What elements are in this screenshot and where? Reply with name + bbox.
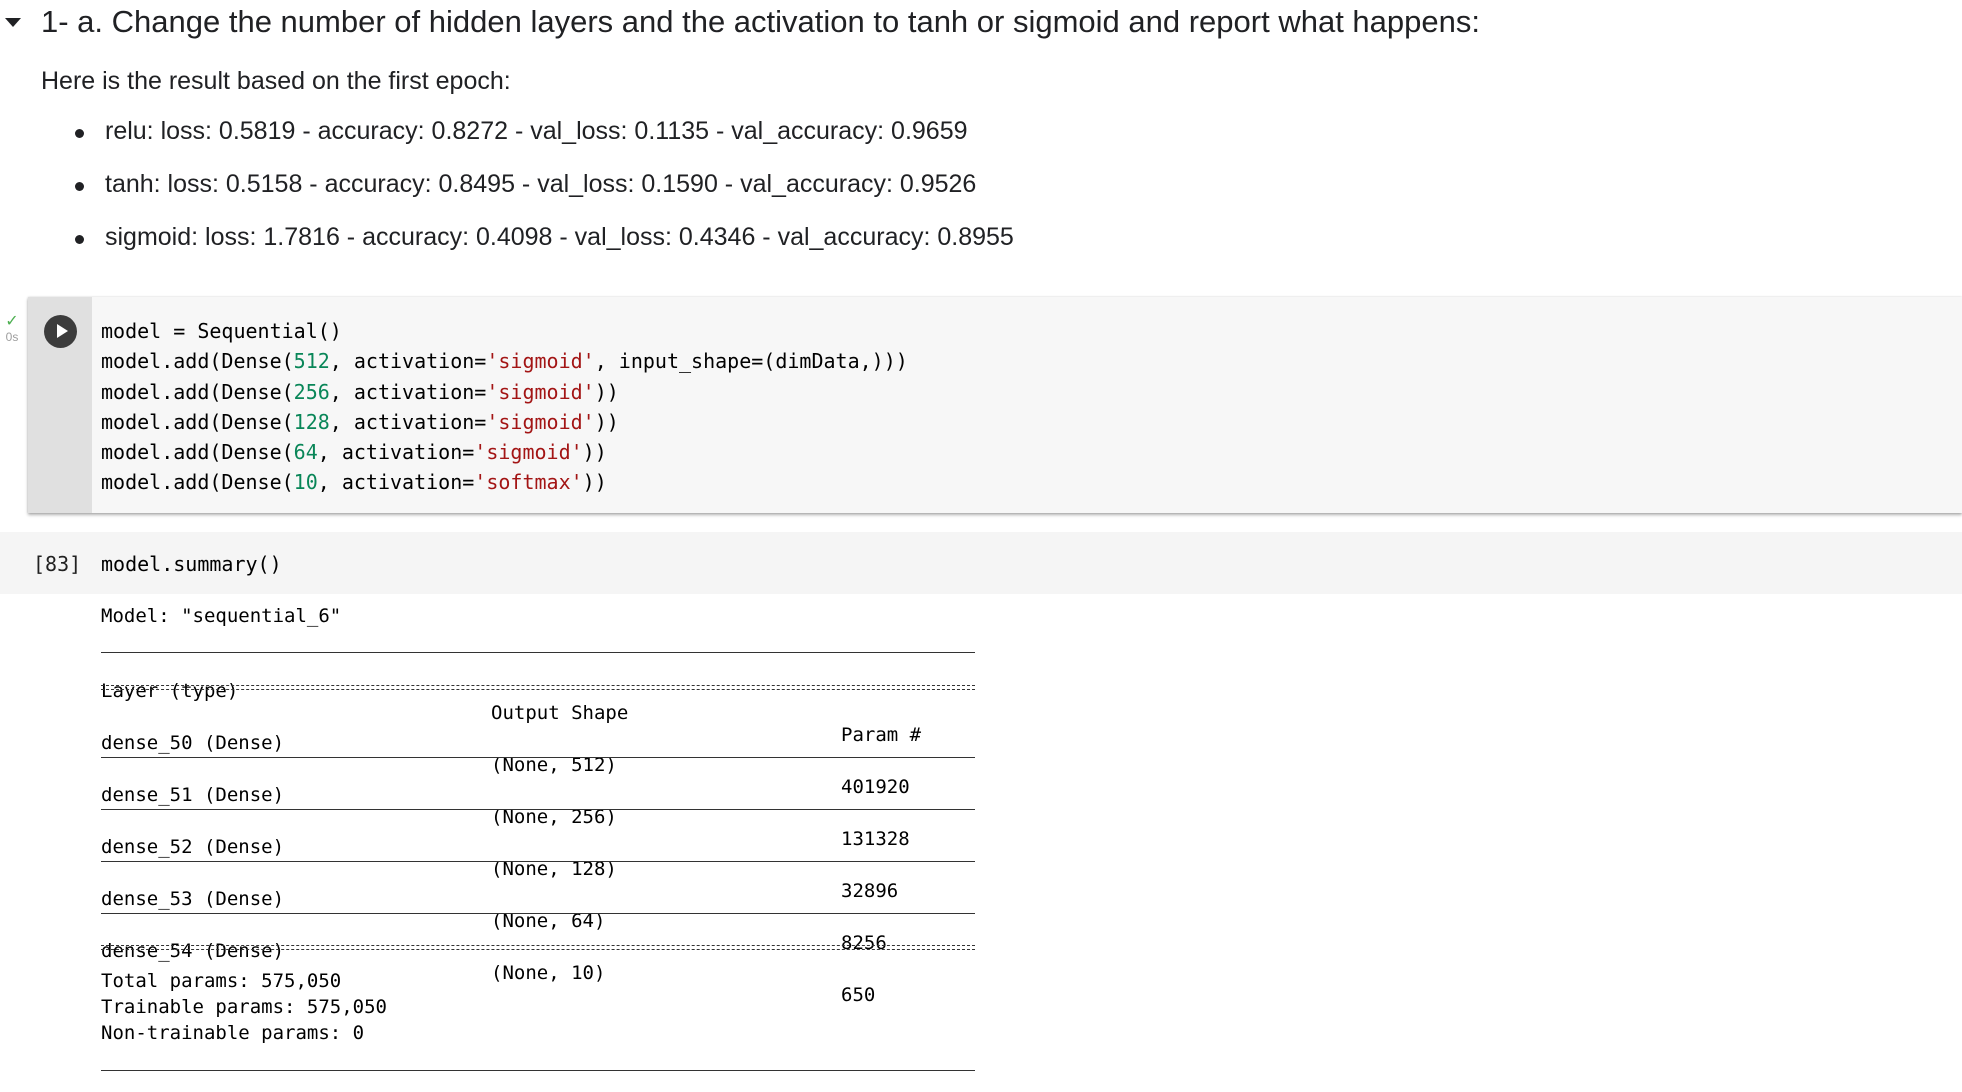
divider: [101, 809, 975, 810]
double-divider: [101, 685, 975, 690]
code-token: , activation=: [329, 409, 487, 434]
row-layer: dense_52 (Dense): [101, 836, 285, 858]
code-cell-model[interactable]: model = Sequential() model.add(Dense(512…: [28, 297, 1962, 513]
code-string: 'sigmoid': [486, 379, 595, 404]
code-number: 10: [293, 470, 318, 495]
code-token: model.add(Dense(: [101, 409, 294, 434]
code-token: )): [594, 379, 619, 404]
trainable-params: Trainable params: 575,050: [101, 996, 387, 1018]
code-editor[interactable]: model.summary(): [101, 552, 282, 576]
execution-time: 0s: [5, 330, 19, 344]
header-layer: Layer (type): [101, 680, 239, 702]
row-layer: dense_50 (Dense): [101, 732, 285, 754]
divider: [101, 913, 975, 914]
model-name-line: Model: "sequential_6": [101, 605, 342, 627]
code-line: model.add(Dense(10, activation='softmax'…: [101, 470, 607, 494]
code-line: model.add(Dense(512, activation='sigmoid…: [101, 349, 908, 373]
intro-text: Here is the result based on the first ep…: [41, 67, 511, 95]
bullet-icon: [75, 182, 84, 191]
divider: [101, 861, 975, 862]
divider: [101, 652, 975, 653]
run-cell-button[interactable]: [44, 315, 77, 348]
code-string: 'sigmoid': [474, 440, 583, 465]
code-string: 'softmax': [474, 470, 583, 495]
row-params: 650: [841, 984, 876, 1006]
code-token: )): [582, 440, 607, 465]
execution-count: [83]: [33, 552, 82, 576]
code-token: , activation=: [317, 470, 475, 495]
code-token: )): [582, 470, 607, 495]
code-number: 512: [293, 349, 330, 374]
non-trainable-params: Non-trainable params: 0: [101, 1022, 365, 1044]
code-line: model = Sequential(): [101, 319, 342, 343]
result-relu: relu: loss: 0.5819 - accuracy: 0.8272 - …: [105, 117, 968, 145]
code-token: model = Sequential(): [101, 319, 342, 343]
divider: [101, 1070, 975, 1071]
code-token: , activation=: [329, 349, 487, 374]
code-line: model.add(Dense(256, activation='sigmoid…: [101, 380, 619, 404]
code-token: model.add(Dense(: [101, 440, 294, 465]
bullet-icon: [75, 129, 84, 138]
code-line: model.add(Dense(64, activation='sigmoid'…: [101, 440, 607, 464]
code-number: 64: [293, 440, 318, 465]
code-token: model.add(Dense(: [101, 379, 294, 404]
bullet-icon: [75, 235, 84, 244]
collapse-section-icon[interactable]: [5, 18, 21, 27]
row-layer: dense_51 (Dense): [101, 784, 285, 806]
code-string: 'sigmoid': [486, 409, 595, 434]
row-output-shape: (None, 10): [491, 962, 606, 984]
code-line: model.add(Dense(128, activation='sigmoid…: [101, 410, 619, 434]
code-token: )): [594, 409, 619, 434]
code-cell-summary[interactable]: [83] model.summary(): [0, 532, 1962, 594]
result-tanh: tanh: loss: 0.5158 - accuracy: 0.8495 - …: [105, 170, 977, 198]
code-token: , activation=: [329, 379, 487, 404]
double-divider: [101, 945, 975, 950]
cell-status: ✓ 0s: [2, 313, 22, 345]
code-token: , input_shape=(dimData,))): [594, 349, 908, 374]
total-params: Total params: 575,050: [101, 970, 342, 992]
section-heading: 1- a. Change the number of hidden layers…: [41, 4, 1480, 39]
code-number: 128: [293, 409, 330, 434]
code-string: 'sigmoid': [486, 349, 595, 374]
cell-gutter: [28, 297, 92, 513]
code-token: model.add(Dense(: [101, 470, 294, 495]
result-sigmoid: sigmoid: loss: 1.7816 - accuracy: 0.4098…: [105, 223, 1014, 251]
row-layer: dense_53 (Dense): [101, 888, 285, 910]
check-icon: ✓: [5, 313, 19, 330]
code-editor[interactable]: model = Sequential() model.add(Dense(512…: [101, 316, 908, 498]
code-token: model.add(Dense(: [101, 349, 294, 374]
code-token: , activation=: [317, 440, 475, 465]
row-layer: dense_54 (Dense): [101, 940, 285, 962]
code-number: 256: [293, 379, 330, 404]
divider: [101, 757, 975, 758]
